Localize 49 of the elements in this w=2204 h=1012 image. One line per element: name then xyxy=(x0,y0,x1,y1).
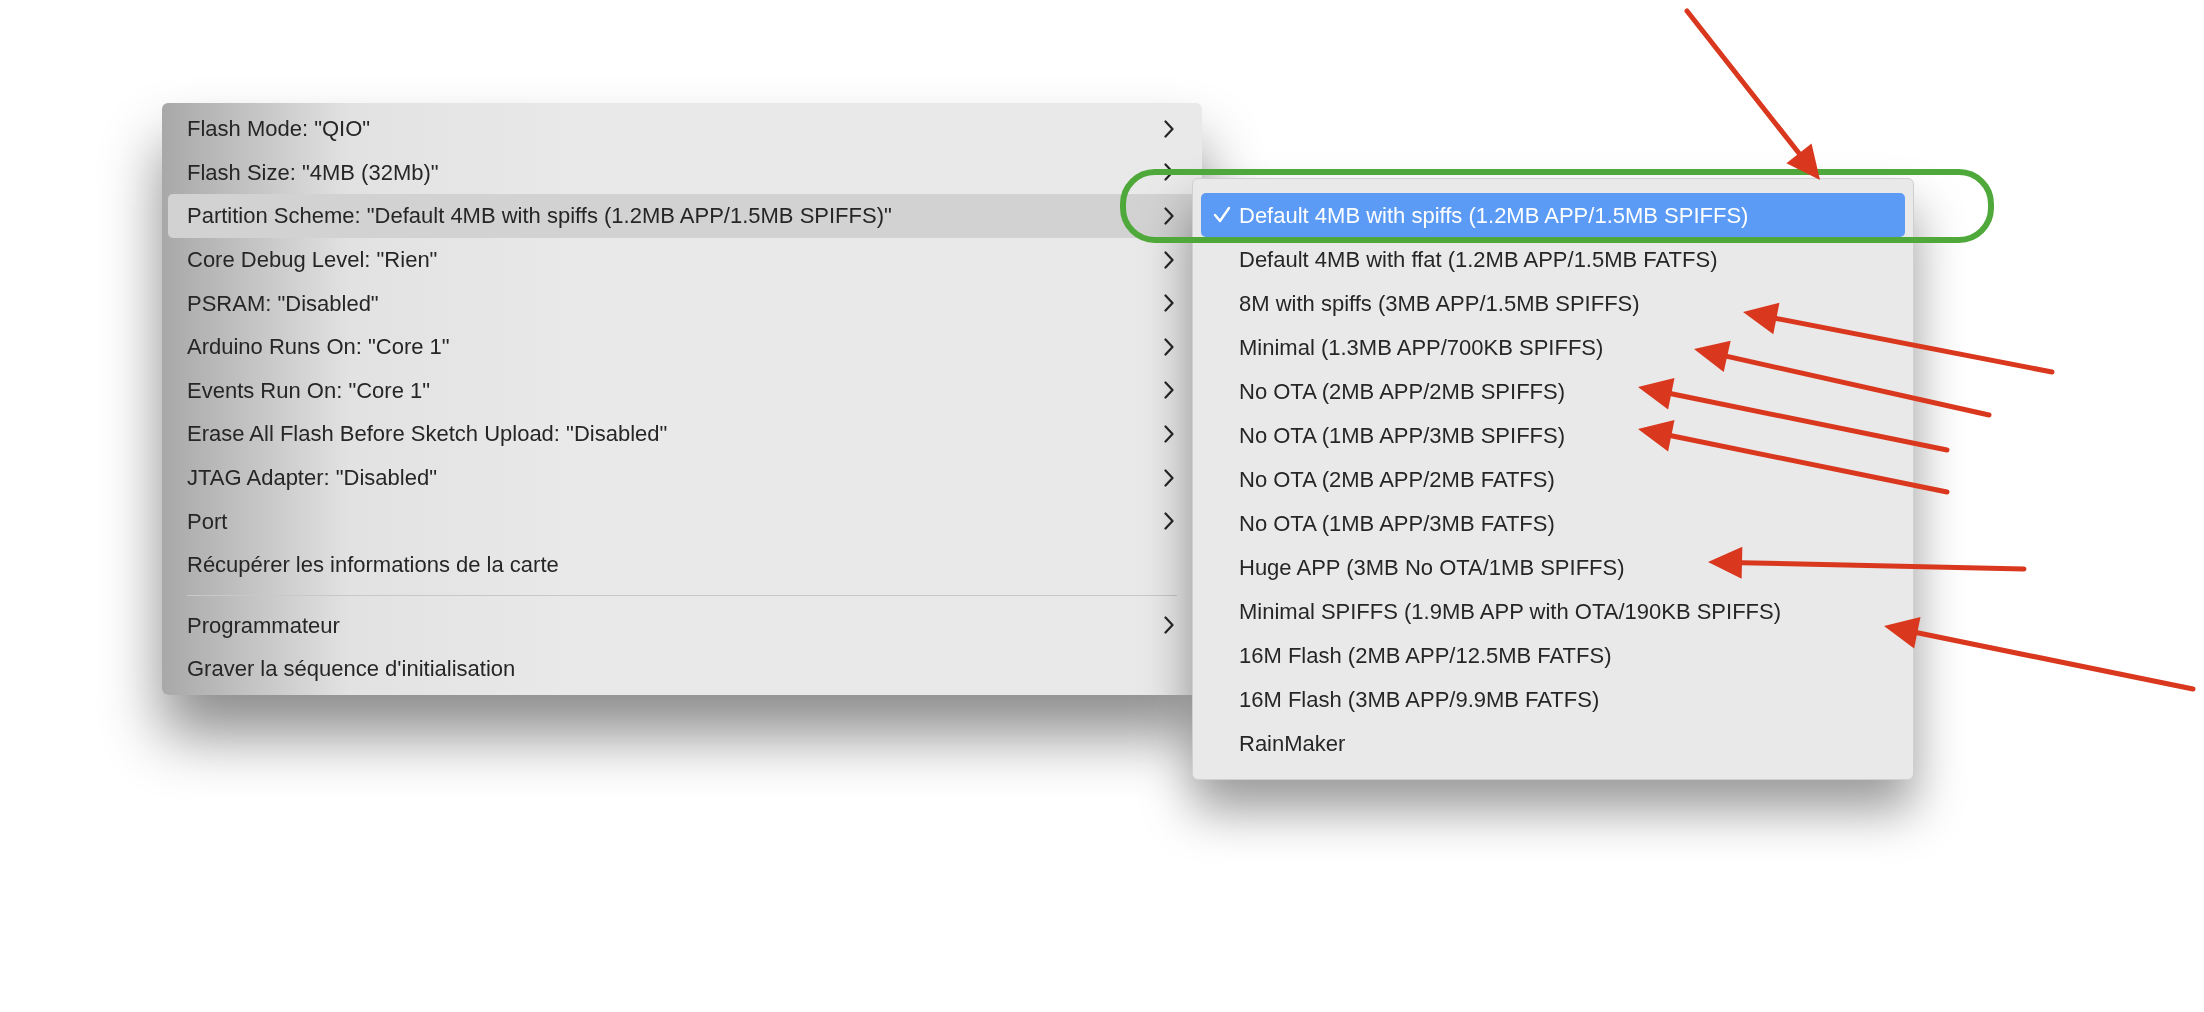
submenu-item[interactable]: RainMaker xyxy=(1201,721,1905,765)
menu-item[interactable]: Erase All Flash Before Sketch Upload: "Disabled" xyxy=(168,412,1196,456)
submenu-item-label: Default 4MB with ffat (1.2MB APP/1.5MB FATFS) xyxy=(1239,245,1718,274)
menu-item-label: JTAG Adapter: "Disabled" xyxy=(187,464,437,493)
submenu-item-label: 16M Flash (2MB APP/12.5MB FATFS) xyxy=(1239,641,1612,670)
menu-item[interactable]: Arduino Runs On: "Core 1" xyxy=(168,324,1196,369)
menu-item[interactable]: Core Debug Level: "Rien" xyxy=(168,237,1196,282)
menu-item-label: Events Run On: "Core 1" xyxy=(187,376,431,405)
submenu-item-label: No OTA (2MB APP/2MB SPIFFS) xyxy=(1239,377,1565,406)
menu-item-label: Port xyxy=(187,507,228,536)
submenu-item[interactable]: Minimal SPIFFS (1.9MB APP with OTA/190KB SPIFFS) xyxy=(1201,589,1905,633)
submenu-item[interactable]: Minimal (1.3MB APP/700KB SPIFFS) xyxy=(1201,325,1905,369)
submenu-item-label: No OTA (1MB APP/3MB SPIFFS) xyxy=(1239,421,1565,450)
submenu-item-label: No OTA (1MB APP/3MB FATFS) xyxy=(1239,509,1555,538)
menu-item-label: Flash Mode: "QIO" xyxy=(187,115,371,144)
menu-item[interactable]: Flash Size: "4MB (32Mb)" xyxy=(168,150,1196,195)
submenu-item-label: No OTA (2MB APP/2MB FATFS) xyxy=(1239,465,1555,494)
submenu-item-label: 8M with spiffs (3MB APP/1.5MB SPIFFS) xyxy=(1239,289,1640,318)
menu-item-label: Flash Size: "4MB (32Mb)" xyxy=(187,158,439,187)
submenu-item-label: Default 4MB with spiffs (1.2MB APP/1.5MB SPIFFS) xyxy=(1239,201,1749,230)
menu-item-label: Arduino Runs On: "Core 1" xyxy=(187,333,450,362)
submenu-item[interactable]: No OTA (1MB APP/3MB FATFS) xyxy=(1201,501,1905,545)
submenu-item[interactable]: Huge APP (3MB No OTA/1MB SPIFFS) xyxy=(1201,545,1905,589)
menu-item[interactable]: Graver la séquence d'initialisation xyxy=(168,647,1196,691)
menu-item-label: Core Debug Level: "Rien" xyxy=(187,246,438,275)
menu-item-label: Partition Scheme: "Default 4MB with spiffs (1.2MB APP/1.5MB SPIFFS)" xyxy=(187,202,892,231)
menu-item[interactable]: Events Run On: "Core 1" xyxy=(168,368,1196,413)
menu-item[interactable]: PSRAM: "Disabled" xyxy=(168,281,1196,325)
menu-item[interactable]: JTAG Adapter: "Disabled" xyxy=(168,455,1196,500)
submenu-item[interactable]: No OTA (1MB APP/3MB SPIFFS) xyxy=(1201,413,1905,457)
menu-item-label: PSRAM: "Disabled" xyxy=(187,289,379,318)
menu-item[interactable]: Programmateur xyxy=(168,603,1196,648)
submenu-item[interactable]: 16M Flash (3MB APP/9.9MB FATFS) xyxy=(1201,677,1905,721)
menu-item-label: Récupérer les informations de la carte xyxy=(187,551,559,580)
menu-item-label: Programmateur xyxy=(187,611,340,640)
menu-item-label: Erase All Flash Before Sketch Upload: "Disabled" xyxy=(187,420,668,449)
menu-item-label: Graver la séquence d'initialisation xyxy=(187,655,516,684)
menu-item[interactable]: Récupérer les informations de la carte xyxy=(168,542,1196,587)
submenu-item[interactable]: No OTA (2MB APP/2MB FATFS) xyxy=(1201,457,1905,501)
menu-item[interactable]: Port xyxy=(168,499,1196,543)
submenu-item-label: Minimal (1.3MB APP/700KB SPIFFS) xyxy=(1239,333,1604,362)
submenu-item-label: Minimal SPIFFS (1.9MB APP with OTA/190KB SPIFFS) xyxy=(1239,597,1781,626)
submenu-item-label: RainMaker xyxy=(1239,729,1346,758)
submenu-item[interactable]: No OTA (2MB APP/2MB SPIFFS) xyxy=(1201,369,1905,413)
menu-item[interactable]: Flash Mode: "QIO" xyxy=(168,107,1196,151)
submenu-item[interactable]: 16M Flash (2MB APP/12.5MB FATFS) xyxy=(1201,633,1905,677)
submenu-item[interactable]: 8M with spiffs (3MB APP/1.5MB SPIFFS) xyxy=(1201,281,1905,325)
submenu-item-label: 16M Flash (3MB APP/9.9MB FATFS) xyxy=(1239,685,1600,714)
submenu-item-label: Huge APP (3MB No OTA/1MB SPIFFS) xyxy=(1239,553,1625,582)
